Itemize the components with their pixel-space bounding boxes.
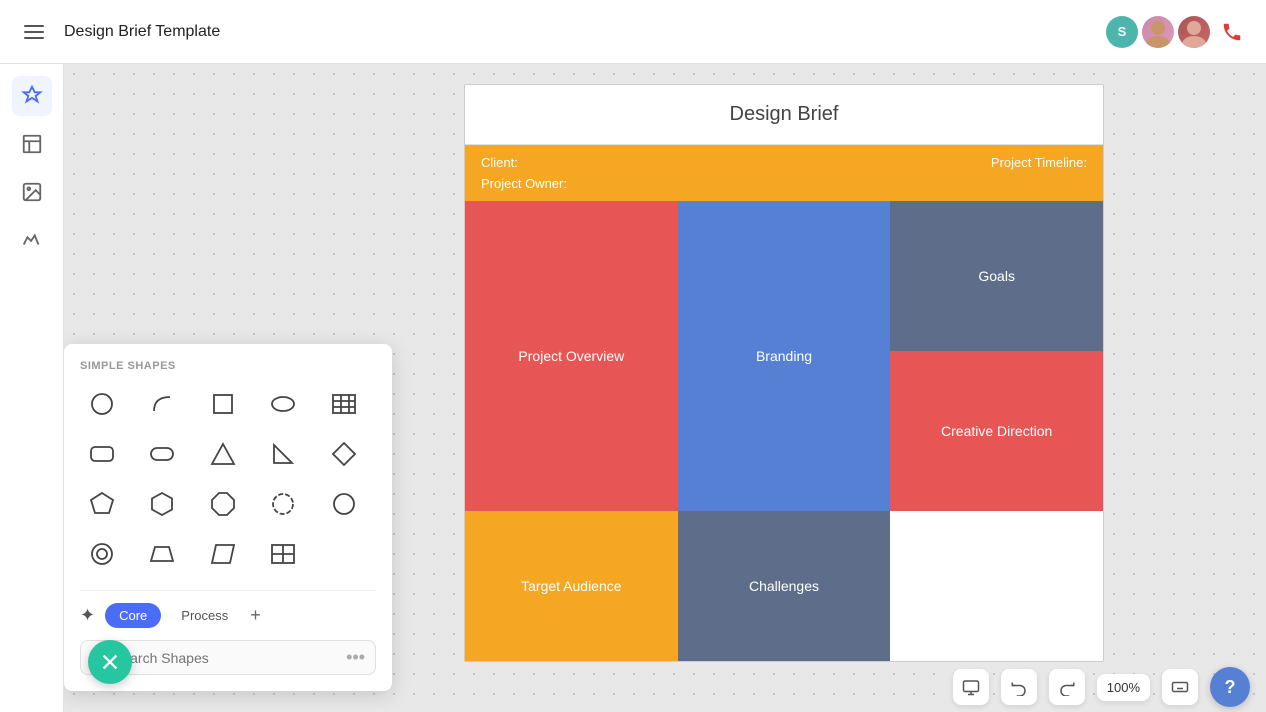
keyboard-icon[interactable] [1162,669,1198,705]
shape-square[interactable] [201,382,245,426]
client-label: Client: [481,155,991,170]
sidebar-image-icon[interactable] [12,172,52,212]
redo-button[interactable] [1049,669,1085,705]
avatar-s: S [1106,16,1138,48]
shapes-panel: SIMPLE SHAPES [64,344,392,691]
shape-rounded-rect[interactable] [80,432,124,476]
brief-cell-branding: Branding [678,201,891,511]
brief-col-right: Goals Creative Direction [890,201,1103,511]
shape-ellipse[interactable] [261,382,305,426]
shape-12gon[interactable] [261,482,305,526]
document-title: Design Brief Template [64,23,1094,41]
shape-grid[interactable] [261,532,305,576]
help-button[interactable]: ? [1210,667,1250,707]
shape-circle2[interactable] [322,482,366,526]
brief-cell-challenges: Challenges [678,511,891,661]
search-shapes-input[interactable] [113,650,340,666]
sidebar-shapes-icon[interactable] [12,76,52,116]
shape-diamond[interactable] [322,432,366,476]
collaborators-list: S [1106,14,1250,50]
shape-tabs-row: ✦ Core Process + [80,590,376,628]
shape-hexagon[interactable] [140,482,184,526]
undo-button[interactable] [1001,669,1037,705]
shape-pentagon[interactable] [80,482,124,526]
search-more-icon[interactable]: ••• [346,647,365,668]
shape-trapezoid[interactable] [140,532,184,576]
wand-icon: ✦ [80,605,95,626]
fab-button[interactable] [88,640,132,684]
brief-header: Client: Project Timeline: Project Owner: [465,145,1103,201]
shape-parallelogram[interactable] [201,532,245,576]
shape-triangle[interactable] [201,432,245,476]
sidebar-frame-icon[interactable] [12,124,52,164]
brief-grid: Project Overview Branding Goals Creative… [465,201,1103,661]
menu-button[interactable] [16,14,52,50]
shape-donut[interactable] [80,532,124,576]
shape-circle[interactable] [80,382,124,426]
main-area: SIMPLE SHAPES [0,64,1266,712]
topbar: Design Brief Template S [0,0,1266,64]
shape-right-triangle[interactable] [261,432,305,476]
brief-cell-creative-direction: Creative Direction [890,351,1103,511]
avatar-b [1142,16,1174,48]
shapes-grid [80,382,376,576]
screen-icon[interactable] [953,669,989,705]
shape-rounded-rect2[interactable] [140,432,184,476]
shape-table[interactable] [322,382,366,426]
brief-cell-goals: Goals [890,201,1103,351]
tab-process[interactable]: Process [167,603,242,628]
design-brief-canvas: Design Brief Client: Project Timeline: P… [464,84,1104,662]
brief-cell-project-overview: Project Overview [465,201,678,511]
add-tab-button[interactable]: + [250,605,261,626]
shape-arc[interactable] [140,382,184,426]
timeline-label: Project Timeline: [991,155,1087,170]
tab-core[interactable]: Core [105,603,161,628]
shapes-section-label: SIMPLE SHAPES [80,360,376,372]
sidebar-draw-icon[interactable] [12,220,52,260]
brief-cell-target-audience: Target Audience [465,511,678,661]
left-sidebar [0,64,64,712]
owner-label: Project Owner: [481,176,1087,191]
call-button[interactable] [1214,14,1250,50]
avatar-r [1178,16,1210,48]
brief-title: Design Brief [465,85,1103,145]
zoom-level[interactable]: 100% [1097,674,1150,701]
shape-octagon[interactable] [201,482,245,526]
canvas-area[interactable]: SIMPLE SHAPES [64,64,1266,712]
